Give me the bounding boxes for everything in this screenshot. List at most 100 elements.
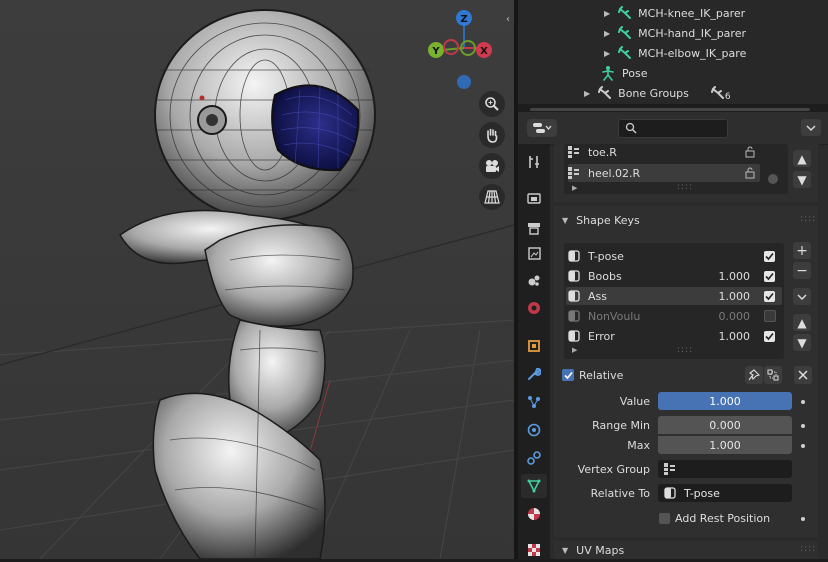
check-icon [563,371,573,379]
navigation-gizmo[interactable]: Z X Y [424,8,504,94]
pin-shape-key-button[interactable] [745,366,763,384]
outliner-item[interactable]: ▶ MCH-hand_IK_parer [604,23,746,43]
camera-view-button[interactable] [479,153,505,179]
shape-key-mute-checkbox[interactable] [764,290,775,302]
move-down-button[interactable]: ▼ [793,334,811,351]
outliner-item[interactable]: ▶ MCH-knee_IK_parer [604,3,745,23]
outliner-item[interactable]: ▶ MCH-elbow_IK_pare [604,43,746,63]
vertex-group-item[interactable]: heel.02.R [568,164,760,182]
3d-viewport[interactable]: Z X Y [0,0,514,559]
sidebar-toggle-icon[interactable]: ‹ [506,14,510,25]
move-down-button[interactable]: ▼ [793,171,811,188]
range-min-field[interactable]: 0.000 [658,416,792,434]
add-shape-key-button[interactable]: + [793,242,811,259]
chevron-down-icon [797,294,807,300]
shape-key-mute-checkbox[interactable] [764,310,776,322]
keyframe-dot-icon[interactable] [801,400,805,404]
remove-shape-key-button[interactable]: − [793,262,811,279]
relative-to-value: T-pose [684,486,720,500]
shape-key-item-selected[interactable]: Ass 1.000 [566,287,782,305]
shape-key-mute-checkbox[interactable] [764,270,775,282]
clear-weights-button[interactable] [794,366,812,384]
list-resize-grip[interactable]: :::: [677,182,693,192]
search-icon [625,122,637,134]
shape-key-icon [568,290,580,302]
tab-modifiers[interactable] [521,362,547,386]
list-expand-icon[interactable]: ▶ [572,184,577,192]
keyframe-dot-icon[interactable] [801,517,805,521]
shape-key-item[interactable]: Error 1.000 [568,327,780,345]
keyframe-dot-icon[interactable] [801,444,805,448]
relative-checkbox[interactable] [562,369,574,381]
vertex-group-item[interactable]: toe.R [568,143,784,161]
relative-label: Relative [579,369,624,382]
tab-output[interactable] [521,216,547,240]
move-up-button[interactable]: ▲ [793,314,811,331]
shape-key-label: Boobs [588,269,622,283]
outliner-item-label: MCH-elbow_IK_pare [638,46,747,60]
vertex-group-label: toe.R [588,145,617,159]
range-max-field[interactable]: 1.000 [658,436,792,454]
lock-icon[interactable] [744,146,756,158]
tab-texture[interactable] [521,538,547,562]
expand-arrow-icon[interactable]: ▶ [604,29,610,38]
shape-key-item-disabled[interactable]: NonVoulu 0.000 [568,307,780,325]
vertex-group-icon [664,463,675,475]
outliner-item-bone-groups[interactable]: ▶ Bone Groups 6 [584,83,731,103]
vertex-group-icon [568,146,579,158]
bone-icon [618,26,632,39]
add-rest-position-checkbox[interactable] [659,513,670,524]
value-slider[interactable]: 1.000 [658,392,792,410]
shape-key-item[interactable]: T-pose [568,247,780,265]
tab-world[interactable] [521,296,547,320]
list-resize-grip[interactable]: :::: [677,345,693,355]
tab-render[interactable] [521,186,547,210]
tab-view-layer[interactable] [521,242,547,266]
uv-maps-header[interactable]: ▼ UV Maps [562,544,624,557]
panel-drag-grip[interactable]: :::: [800,544,816,554]
list-expand-icon[interactable]: ▶ [572,346,577,354]
zoom-button[interactable] [479,91,505,117]
scroll-handle[interactable] [768,174,778,184]
relative-to-field[interactable]: T-pose [658,484,792,502]
shape-key-label: Error [588,329,615,343]
panel-drag-grip[interactable]: :::: [800,214,816,224]
check-icon [765,272,774,280]
shape-key-mute-checkbox[interactable] [764,330,775,342]
outliner-scrollbar[interactable] [530,108,810,111]
lock-icon[interactable] [744,167,756,179]
properties-search-input[interactable] [618,119,728,138]
svg-text:Z: Z [460,14,467,25]
view-layer-icon [528,247,541,260]
bone-icon [618,6,632,19]
tab-scene[interactable] [521,268,547,292]
shape-key-item[interactable]: Boobs 1.000 [568,267,780,285]
shape-key-value[interactable]: 0.000 [678,310,751,323]
shape-key-value[interactable]: 1.000 [678,270,751,283]
vertex-group-field[interactable] [658,460,792,478]
texture-icon [528,544,540,556]
tab-material[interactable] [521,502,547,526]
move-up-button[interactable]: ▲ [793,150,811,167]
keyframe-dot-icon[interactable] [801,424,805,428]
shape-key-specials-button[interactable] [793,288,811,305]
outliner-item-pose[interactable]: Pose [600,63,647,83]
vertex-group-label: Vertex Group [577,463,650,476]
shape-key-value[interactable]: 1.000 [678,290,751,303]
expand-arrow-icon[interactable]: ▶ [584,89,590,98]
wrench-icon [528,367,541,380]
shape-keys-header[interactable]: ▼ Shape Keys [562,214,640,227]
shape-key-value[interactable]: 1.000 [678,330,751,343]
edit-mode-shape-button[interactable] [764,366,782,384]
perspective-toggle-button[interactable] [479,184,505,210]
minus-icon: − [796,262,808,279]
properties-options-button[interactable] [801,119,821,136]
editor-type-button[interactable] [527,119,557,137]
expand-arrow-icon[interactable]: ▶ [604,9,610,18]
shape-key-mute-checkbox[interactable] [764,250,775,262]
vertex-group-label: heel.02.R [588,166,641,180]
tab-tool[interactable] [521,150,547,174]
pan-button[interactable] [479,122,505,148]
tab-object[interactable] [521,334,547,358]
expand-arrow-icon[interactable]: ▶ [604,49,610,58]
